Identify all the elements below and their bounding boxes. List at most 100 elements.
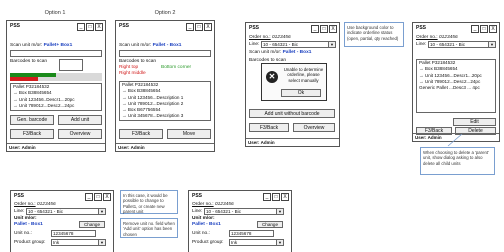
chevron-down-icon: ▼ [276,209,283,214]
unit-list[interactable]: Pallet P32184532 → Box B38845654 → Unit … [10,83,102,111]
annotation-note: When choosing to delete a 'parent' unit,… [420,147,495,175]
annotation-note: Use background color to indicate orderli… [344,22,404,47]
barcode-right-middle: Right middle [119,71,146,76]
maximize-button[interactable]: □ [86,23,94,31]
window-title: PSS [14,193,25,199]
chevron-down-icon: ▼ [328,42,335,47]
barcodes-label: Barcodes to scan [119,59,157,64]
overview-button[interactable]: Overview [293,123,335,132]
barcode-bottom-corner: Bottom corner [161,65,192,70]
annotation-note: Remove unit no. field when 'Add unit' op… [120,218,178,238]
order-label: Order no.: [416,35,438,40]
line-value: 10 - 654321 - Bic [430,42,465,47]
minimize-button[interactable]: _ [85,193,93,201]
close-button[interactable]: X [103,193,111,201]
progress-fill [10,77,38,81]
order-label: Order no.: [192,202,214,207]
barcode-right-top: Right top [119,65,139,70]
ok-button[interactable]: Ok [281,89,321,97]
order-row: Order no.: 0123456 [14,202,56,207]
gen-barcode-button[interactable]: Gen. barcode [10,115,54,125]
window-title: PSS [192,193,203,199]
list-item[interactable]: → Unit 789012...Desc2...24pc [11,103,101,109]
barcode-icon [59,59,83,71]
scan-row: Scan unit m/or: Pallet+ Box1 [10,43,72,48]
scan-row: Scan unit m/or: Pallet - Box1 [249,50,311,55]
product-group-select[interactable]: Ink ▼ [51,239,106,246]
unit-no-input[interactable]: 12345678 [229,230,274,237]
change-button[interactable]: Change [257,221,283,228]
unit-label: Unit m/or: [14,216,37,221]
back-button[interactable]: F3/Back [10,129,54,139]
maximize-button[interactable]: □ [94,193,102,201]
unit-no-input[interactable]: 12345678 [51,230,96,237]
list-item[interactable]: → Unit 345678...Description 3 [120,113,210,119]
scan-input[interactable] [119,50,211,57]
unit-list[interactable]: Pallet P32184532 → Box B38845654 → Unit … [416,59,496,113]
line-select[interactable]: 10 - 654321 - Bic ▼ [26,208,106,215]
minimize-button[interactable]: _ [186,23,194,31]
dialog-message: Unable to determine orderline, please se… [283,67,324,83]
order-label: Order no.: [14,202,36,207]
change-button[interactable]: Change [79,221,105,228]
window-title: PSS [416,25,427,31]
line-value: 10 - 654321 - Bic [28,209,63,214]
close-button[interactable]: X [489,25,497,33]
line-label: Line: [416,42,427,47]
product-group-label: Product group: [192,240,224,245]
line-select[interactable]: 10 - 654321 - Bic ▼ [428,41,496,48]
minimize-button[interactable]: _ [263,193,271,201]
barcodes-label: Barcodes to scan [10,59,48,64]
unit-list[interactable]: Pallet P32184532 → Box B38845654 → Unit … [119,81,211,121]
move-button[interactable]: Move [167,129,211,139]
line-select[interactable]: 10 - 654321 - Bic ▼ [204,208,284,215]
scan-input[interactable] [10,50,102,57]
overview-button[interactable]: Overview [58,129,102,139]
product-group-value: Ink [231,240,238,245]
close-button[interactable]: X [95,23,103,31]
minimize-button[interactable]: _ [311,25,319,33]
close-button[interactable]: X [281,193,289,201]
status-bar: User: Admin [246,138,339,146]
order-row: Order no.: 0123456 [192,202,234,207]
window-title: PSS [10,23,21,29]
unit-value: Pallet - Box1 [192,222,221,227]
window-overview: PSS _ □ X Order no.: 0123456 Line: 10 - 65… [412,22,500,142]
line-value: 10 - 654321 - Bic [263,42,298,47]
window-orderline-dialog: PSS _ □ X Order no.: 0123456 Line: 10 - 65… [245,22,340,147]
maximize-button[interactable]: □ [480,25,488,33]
scan-label: Scan unit m/or: [119,43,152,48]
add-unit-button[interactable]: Add unit [58,115,102,125]
minimize-button[interactable]: _ [471,25,479,33]
minimize-button[interactable]: _ [77,23,85,31]
pallet-value: Pallet - Box1 [152,43,182,48]
line-value: 10 - 654321 - Bic [206,209,241,214]
order-row: Order no.: 0123456 [416,35,458,40]
window-title: PSS [119,23,130,29]
edit-button[interactable]: Edit [453,118,496,126]
status-bar: User: Admin [7,143,105,151]
caption-option1: Option 1 [44,10,66,16]
close-button[interactable]: X [329,25,337,33]
line-select[interactable]: 10 - 654321 - Bic ▼ [261,41,336,48]
window-title: PSS [249,25,260,31]
unit-no-label: Unit no.: [14,231,32,236]
order-value: 0123456 [214,202,234,207]
add-without-barcode-button[interactable]: Add unit without barcode [249,109,335,118]
maximize-button[interactable]: □ [320,25,328,33]
product-group-value: Ink [53,240,60,245]
close-button[interactable]: X [204,23,212,31]
list-item[interactable]: Generic Pallet ...Desc3 ... 4pc [417,85,495,91]
back-button[interactable]: F3/Back [249,123,289,132]
order-value: 0123456 [36,202,56,207]
order-value: 0123456 [271,35,291,40]
chevron-down-icon: ▼ [488,42,495,47]
maximize-button[interactable]: □ [272,193,280,201]
caption-option2: Option 2 [154,10,176,16]
back-button[interactable]: F3/Back [119,129,163,139]
maximize-button[interactable]: □ [195,23,203,31]
error-dialog: ✕ Unable to determine orderline, please … [261,63,327,101]
pallet-value: Pallet+ Box1 [43,43,73,48]
product-group-select[interactable]: Ink ▼ [229,239,284,246]
unit-no-label: Unit no.: [192,231,210,236]
